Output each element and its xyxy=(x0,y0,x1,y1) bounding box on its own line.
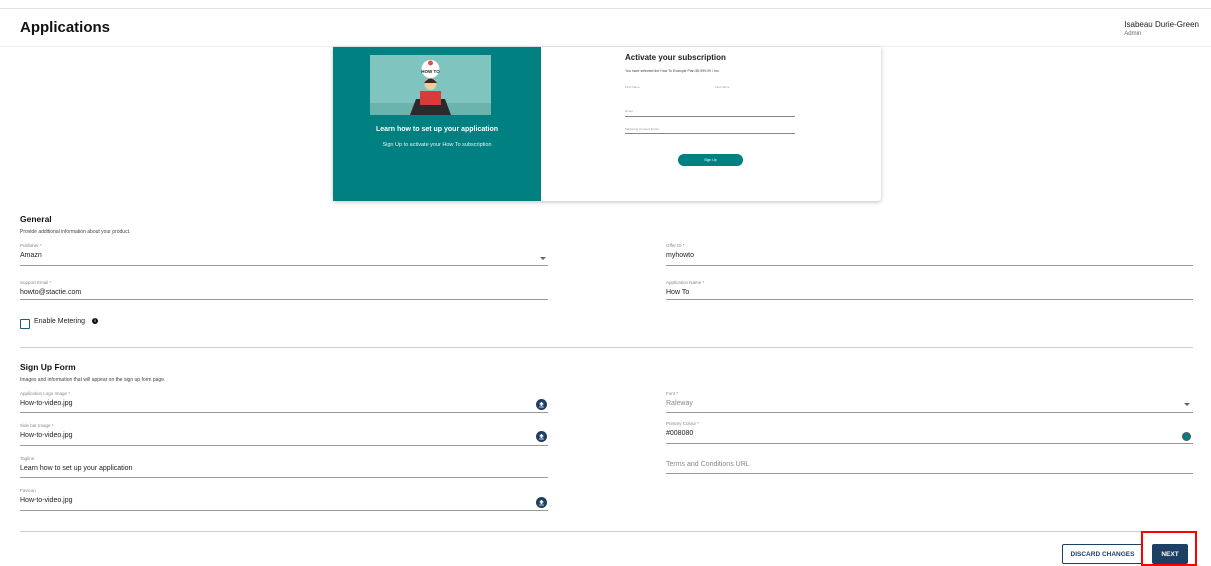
color-picker-icon[interactable] xyxy=(1182,432,1191,441)
font-underline xyxy=(666,412,1193,413)
sidebar-image-underline xyxy=(20,445,548,446)
signup-form-description: Images and information that will appear … xyxy=(20,377,166,383)
offer-id-input[interactable]: myhowto xyxy=(666,252,694,259)
preview-hero-image: HOW TO xyxy=(370,55,491,115)
preview-last-name-label: Last Name xyxy=(715,85,730,89)
chevron-down-icon[interactable] xyxy=(1184,403,1190,406)
chevron-down-icon[interactable] xyxy=(540,257,546,260)
tagline-underline xyxy=(20,477,548,478)
offer-id-label: Offer ID * xyxy=(666,243,685,248)
signup-form-title: Sign Up Form xyxy=(20,362,76,372)
primary-colour-underline xyxy=(666,443,1193,444)
terms-url-underline xyxy=(666,473,1193,474)
preview-activate-title: Activate your subscription xyxy=(625,53,726,62)
user-name: Isabeau Durie-Green xyxy=(1124,20,1199,29)
preview-consent-underline xyxy=(625,133,795,134)
publisher-underline xyxy=(20,265,548,266)
favicon-underline xyxy=(20,510,548,511)
offer-id-underline xyxy=(666,265,1193,266)
preview-first-name-label: First Name xyxy=(625,85,640,89)
primary-colour-input[interactable]: #008080 xyxy=(666,430,693,437)
general-title: General xyxy=(20,214,52,224)
favicon-input[interactable]: How-to-video.jpg xyxy=(20,497,73,504)
preview-tagline: Learn how to set up your application xyxy=(375,126,499,133)
discard-changes-button[interactable]: DISCARD CHANGES xyxy=(1062,544,1143,564)
support-email-label: Support Email * xyxy=(20,280,52,285)
info-icon[interactable]: i xyxy=(92,318,98,324)
signup-form-preview: HOW TO Learn how to set up your applicat… xyxy=(333,47,881,201)
upload-icon[interactable] xyxy=(536,399,547,410)
section-divider xyxy=(20,347,1193,348)
sidebar-image-input[interactable]: How-to-video.jpg xyxy=(20,432,73,439)
publisher-label: Publisher * xyxy=(20,243,42,248)
tagline-label: Tagline xyxy=(20,456,35,461)
top-border xyxy=(0,8,1211,9)
enable-metering-checkbox[interactable] xyxy=(20,319,30,329)
font-label: Font * xyxy=(666,391,679,396)
favicon-label: Favicon xyxy=(20,488,36,493)
preview-form: Activate your subscription You have sele… xyxy=(541,47,881,201)
logo-image-input[interactable]: How-to-video.jpg xyxy=(20,400,73,407)
application-name-label: Application Name * xyxy=(666,280,705,285)
tagline-input[interactable]: Learn how to set up your application xyxy=(20,465,132,472)
logo-image-underline xyxy=(20,412,548,413)
primary-colour-label: Primary Colour * xyxy=(666,421,700,426)
support-email-underline xyxy=(20,299,548,300)
preview-signup-button: Sign Up xyxy=(678,154,743,166)
upload-icon[interactable] xyxy=(536,497,547,508)
preview-subline: Sign Up to activate your How To subscrip… xyxy=(382,142,492,148)
application-name-input[interactable]: How To xyxy=(666,289,689,296)
footer-divider xyxy=(20,531,1193,532)
page-title: Applications xyxy=(20,19,111,36)
logo-image-label: Application Logo Image * xyxy=(20,391,71,396)
enable-metering-label[interactable]: Enable Metering xyxy=(34,318,85,325)
sidebar-image-label: Side bar Image * xyxy=(20,423,54,428)
preview-email-underline xyxy=(625,116,795,117)
preview-email-label: Email xyxy=(625,109,633,113)
user-role: Admin xyxy=(1124,31,1142,37)
preview-activate-subtitle: You have selected the How To Example Pla… xyxy=(625,69,719,73)
next-button-highlight xyxy=(1141,531,1197,566)
upload-icon[interactable] xyxy=(536,431,547,442)
publisher-select[interactable]: Amazn xyxy=(20,252,42,259)
application-name-underline xyxy=(666,299,1193,300)
user-menu[interactable]: Isabeau Durie-Green Admin xyxy=(1124,20,1199,37)
preview-sidebar: HOW TO Learn how to set up your applicat… xyxy=(333,47,541,201)
support-email-input[interactable]: howto@stactie.com xyxy=(20,289,81,296)
font-select[interactable]: Raleway xyxy=(666,400,693,407)
hero-badge-text: HOW TO xyxy=(421,69,440,74)
preview-consent-label: Marketing Consent Email xyxy=(625,127,659,131)
terms-url-input[interactable]: Terms and Conditions URL xyxy=(666,461,750,468)
general-description: Provide additional information about you… xyxy=(20,229,131,235)
